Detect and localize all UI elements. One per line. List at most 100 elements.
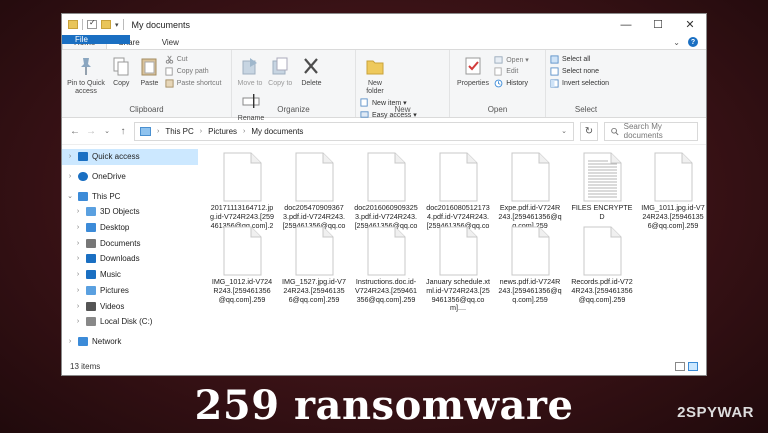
watermark-logo: 2SPYWAR: [677, 404, 754, 421]
expand-chevron-icon[interactable]: ⌄: [66, 192, 74, 200]
file-item[interactable]: IMG_1012.id-V724R243.[259461356@qq.com].…: [208, 226, 276, 304]
maximize-button[interactable]: ☐: [642, 14, 674, 35]
tab-file[interactable]: File: [62, 35, 130, 44]
pin-quick-access-button[interactable]: Pin to Quick access: [66, 53, 106, 96]
expand-chevron-icon[interactable]: ›: [74, 318, 82, 325]
sidebar-item-music[interactable]: › Music: [62, 267, 198, 283]
search-input[interactable]: Search My documents: [604, 121, 698, 141]
up-arrow-icon[interactable]: ↑: [118, 126, 128, 137]
expand-chevron-icon[interactable]: ›: [74, 271, 82, 278]
recent-locations-icon[interactable]: ⌄: [102, 127, 112, 135]
sidebar-item-downloads[interactable]: › Downloads: [62, 251, 198, 267]
blank-file-icon: [509, 152, 551, 202]
expand-chevron-icon[interactable]: ›: [74, 287, 82, 294]
new-group: New folder New item ▾ Easy access ▾ New: [356, 50, 450, 119]
file-item[interactable]: IMG_1011.jpg.id-V724R243.[259461356@qq.c…: [639, 152, 706, 230]
copy-path-button[interactable]: Copy path: [165, 67, 222, 76]
copy-to-button[interactable]: Copy to: [266, 53, 294, 88]
copy-button[interactable]: Copy: [108, 53, 134, 88]
file-item[interactable]: Expe.pdf.id-V724R243.[259461356@qq.com].…: [496, 152, 564, 230]
sidebar-item-desktop[interactable]: › Desktop: [62, 220, 198, 236]
back-arrow-icon[interactable]: ←: [70, 126, 80, 137]
address-bar[interactable]: › This PC › Pictures › My documents ⌄: [134, 121, 574, 141]
expand-chevron-icon[interactable]: ›: [74, 303, 82, 310]
cube-icon: [86, 207, 96, 217]
crumb-separator: ›: [157, 127, 160, 135]
paste-button[interactable]: Paste: [136, 53, 162, 88]
large-icons-view-icon[interactable]: [688, 362, 698, 371]
properties-button[interactable]: Properties: [454, 53, 492, 88]
refresh-button[interactable]: ↻: [580, 121, 598, 141]
paste-label: Paste: [140, 80, 159, 87]
help-icon[interactable]: ?: [688, 37, 698, 47]
file-item[interactable]: Instructions.doc.id-V724R243.[259461356@…: [352, 226, 420, 304]
expand-chevron-icon[interactable]: ›: [66, 153, 74, 160]
forward-arrow-icon[interactable]: →: [86, 126, 96, 137]
open-button[interactable]: Open ▾: [494, 55, 529, 64]
blank-file-icon: [221, 152, 263, 202]
paste-shortcut-button[interactable]: Paste shortcut: [165, 79, 221, 88]
open-group: Properties Open ▾ Edit History Open: [450, 50, 546, 117]
blank-file-icon: [365, 226, 407, 276]
sidebar-item-pictures[interactable]: › Pictures: [62, 283, 198, 299]
expand-chevron-icon[interactable]: ›: [74, 224, 82, 231]
open-label: Open ▾: [506, 56, 529, 64]
crumb-pictures[interactable]: Pictures: [208, 127, 237, 136]
address-dropdown-icon[interactable]: ⌄: [561, 127, 567, 135]
history-button[interactable]: History: [494, 79, 529, 88]
edit-button[interactable]: Edit: [494, 67, 529, 76]
sidebar-item-label: Documents: [100, 238, 141, 248]
sidebar-item-documents[interactable]: › Documents: [62, 235, 198, 251]
sidebar-item-network[interactable]: › Network: [62, 334, 198, 350]
new-folder-icon[interactable]: [101, 20, 111, 29]
sidebar-item-3d-objects[interactable]: › 3D Objects: [62, 204, 198, 220]
edit-icon: [494, 67, 502, 76]
expand-ribbon-icon[interactable]: ⌄: [673, 38, 680, 47]
cut-button[interactable]: Cut: [165, 55, 222, 64]
move-to-button[interactable]: Move to: [236, 53, 264, 88]
sidebar-item-label: Music: [100, 270, 121, 280]
file-name: IMG_1012.id-V724R243.[259461356@qq.com].…: [211, 277, 273, 304]
invert-selection-label: Invert selection: [562, 80, 610, 87]
sidebar-item-local-disk-c[interactable]: › Local Disk (C:): [62, 314, 198, 330]
tab-view[interactable]: View: [151, 35, 190, 49]
cloud-icon: [78, 172, 88, 182]
sidebar-item-label: This PC: [92, 191, 121, 201]
minimize-button[interactable]: —: [610, 14, 642, 35]
close-button[interactable]: ✕: [674, 14, 706, 35]
select-group: Select all Select none Invert selection …: [546, 50, 626, 117]
copy-path-icon: [165, 67, 173, 76]
file-item[interactable]: Records.pdf.id-V724R243.[259461356@qq.co…: [568, 226, 636, 304]
open-small-actions: Open ▾ Edit History: [494, 55, 529, 88]
expand-chevron-icon[interactable]: ›: [74, 208, 82, 215]
new-folder-label: New folder: [366, 80, 384, 95]
qat-dropdown-icon[interactable]: ▾: [115, 21, 119, 29]
new-folder-icon: [366, 60, 384, 75]
sidebar-item-this-pc[interactable]: ⌄ This PC: [62, 188, 198, 204]
file-item[interactable]: IMG_1527.jpg.id-V724R243.[259461356@qq.c…: [280, 226, 348, 304]
delete-button[interactable]: Delete: [296, 53, 326, 88]
invert-selection-button[interactable]: Invert selection: [550, 79, 609, 88]
crumb-this-pc[interactable]: This PC: [165, 127, 193, 136]
select-none-button[interactable]: Select none: [550, 67, 609, 76]
details-view-icon[interactable]: [675, 362, 685, 371]
sidebar-item-quick-access[interactable]: › Quick access: [62, 149, 198, 165]
sidebar-item-onedrive[interactable]: › OneDrive: [62, 169, 198, 185]
expand-chevron-icon[interactable]: ›: [66, 338, 74, 345]
sidebar-item-videos[interactable]: › Videos: [62, 298, 198, 314]
expand-chevron-icon[interactable]: ›: [74, 240, 82, 247]
blank-file-icon: [293, 152, 335, 202]
crumb-separator: ›: [199, 127, 203, 135]
edit-label: Edit: [506, 68, 519, 75]
select-all-button[interactable]: Select all: [550, 55, 609, 64]
new-folder-button[interactable]: New folder: [360, 53, 390, 96]
properties-check-icon[interactable]: [87, 18, 97, 29]
expand-chevron-icon[interactable]: ›: [74, 255, 82, 262]
file-item[interactable]: January schedule.xtml.id-V724R243.[25946…: [424, 226, 492, 313]
sidebar-item-label: 3D Objects: [100, 207, 140, 217]
file-item[interactable]: FILES ENCRYPTED: [568, 152, 636, 222]
copy-to-label: Copy to: [268, 80, 293, 87]
expand-chevron-icon[interactable]: ›: [66, 173, 74, 180]
file-item[interactable]: news.pdf.id-V724R243.[259461356@qq.com].…: [496, 226, 564, 304]
crumb-my-documents[interactable]: My documents: [251, 127, 303, 136]
